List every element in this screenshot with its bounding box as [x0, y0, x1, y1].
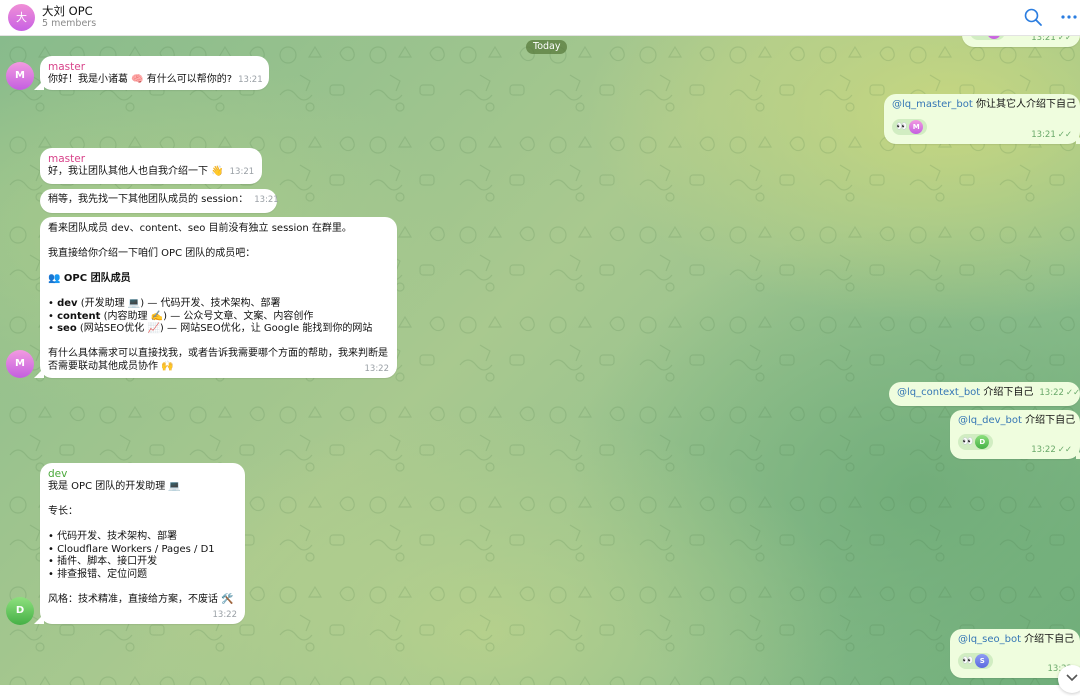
bot-mention[interactable]: @lq_seo_bot — [958, 634, 1021, 645]
message-text: 稍等，我先找一下其他团队成员的 session： 13:21 — [48, 194, 279, 205]
incoming-message[interactable]: master 好，我让团队其他人也自我介绍一下 👋 13:21 — [40, 148, 262, 184]
reactor-avatar: S — [975, 654, 990, 668]
read-checks-icon: ✓✓ — [1057, 445, 1072, 455]
incoming-message[interactable]: dev 我是 OPC 团队的开发助理 💻 专长： • 代码开发、技术架构、部署 … — [34, 463, 245, 624]
message-text: 你好！我是小诸葛 🧠 有什么可以帮你的? 13:21 — [48, 74, 263, 85]
outgoing-message[interactable]: @lq_master_bot 你让其它人介绍下自己 👀 M 13:21 ✓✓ — [884, 94, 1080, 144]
team-heading: 👥 OPC 团队成员 — [48, 273, 131, 284]
read-checks-icon: ✓✓ — [1065, 388, 1080, 398]
member-item: • content (内容助理 ✍️) — 公众号文章、文案、内容创作 — [48, 310, 314, 322]
message-line: 看来团队成员 dev、content、seo 目前没有独立 session 在群… — [48, 223, 352, 234]
group-title[interactable]: 大刘 OPC — [42, 3, 93, 19]
sender-avatar-master[interactable]: M — [6, 62, 34, 90]
member-item: • dev (开发助理 💻) — 代码开发、技术架构、部署 — [48, 298, 281, 309]
reaction[interactable]: 👀 S — [958, 653, 994, 669]
message-line: 否需要联动其他成员协作 🙌 — [48, 360, 174, 372]
sender-name[interactable]: master — [48, 153, 254, 166]
more-options-icon[interactable] — [1060, 8, 1078, 26]
message-line: 专长： — [48, 506, 78, 517]
scroll-to-bottom-button[interactable] — [1058, 665, 1080, 693]
sender-avatar-dev[interactable]: D — [6, 597, 34, 625]
message-text: 好，我让团队其他人也自我介绍一下 👋 13:21 — [48, 166, 255, 177]
skill-item: • 插件、脚本、接口开发 — [48, 556, 158, 567]
read-checks-icon: ✓✓ — [1057, 130, 1072, 140]
reaction[interactable]: 👀 D — [958, 434, 994, 450]
bot-mention[interactable]: @lq_master_bot — [892, 99, 973, 110]
message-time: 13:22 ✓✓ — [1039, 388, 1080, 398]
message-time: 13:22 — [212, 610, 238, 620]
member-item: • seo (网站SEO优化 📈) — 网站SEO优化，让 Google 能找到… — [48, 323, 373, 334]
message-line — [48, 286, 389, 299]
message-line: 我直接给你介绍一下咱们 OPC 团队的成员吧： — [48, 248, 256, 259]
skill-item: • 代码开发、技术架构、部署 — [48, 531, 178, 542]
reaction[interactable]: 👀 M — [892, 119, 928, 135]
eyes-emoji: 👀 — [896, 122, 907, 132]
sender-name[interactable]: dev — [48, 468, 237, 481]
chat-header: 大 大刘 OPC 5 members — [0, 0, 1080, 36]
incoming-message[interactable]: 看来团队成员 dev、content、seo 目前没有独立 session 在群… — [34, 217, 397, 378]
message-time: 13:21 — [238, 75, 263, 85]
eyes-emoji: 👀 — [962, 437, 973, 447]
message-text: @lq_dev_bot 介绍下自己 — [958, 415, 1076, 426]
outgoing-message[interactable]: @lq_context_bot 介绍下自己 13:22 ✓✓ — [889, 382, 1080, 406]
message-text: @lq_master_bot 你让其它人介绍下自己 — [892, 99, 1076, 110]
message-line — [48, 519, 237, 532]
sender-avatar-master[interactable]: M — [6, 350, 34, 378]
message-time: 13:22 ✓✓ — [1031, 445, 1072, 455]
chevron-down-icon — [1066, 674, 1078, 682]
message-line: 我是 OPC 团队的开发助理 💻 — [48, 481, 181, 492]
reactor-avatar: M — [909, 120, 924, 134]
message-line — [48, 581, 237, 594]
message-text: @lq_context_bot 介绍下自己 13:22 ✓✓ — [897, 387, 1080, 398]
bot-mention[interactable]: @lq_dev_bot — [958, 415, 1022, 426]
message-time: 13:22 — [364, 364, 390, 374]
sender-name[interactable]: master — [48, 61, 261, 74]
skill-item: • 排查报错、定位问题 — [48, 568, 148, 580]
message-line: 风格：技术精准，直接给方案，不废话 🛠️ — [48, 593, 234, 605]
date-separator: Today — [526, 40, 568, 54]
message-time: 13:21 — [229, 167, 255, 177]
incoming-message[interactable]: 稍等，我先找一下其他团队成员的 session： 13:21 — [40, 189, 279, 213]
reactor-avatar: D — [975, 435, 990, 449]
bot-mention[interactable]: @lq_context_bot — [897, 387, 980, 398]
search-icon[interactable] — [1023, 7, 1043, 27]
message-line — [48, 494, 237, 507]
message-line — [48, 336, 389, 349]
eyes-emoji: 👀 — [962, 656, 973, 666]
outgoing-message[interactable]: @lq_dev_bot 介绍下自己 👀 D 13:22 ✓✓ — [950, 410, 1080, 459]
message-line — [48, 236, 389, 249]
message-time: 13:21 — [254, 195, 279, 205]
message-time: 13:21 ✓✓ — [1031, 130, 1072, 140]
message-line: 有什么具体需求可以直接找我，或者告诉我需要哪个方面的帮助，我来判断是 — [48, 348, 388, 359]
incoming-message[interactable]: master 你好！我是小诸葛 🧠 有什么可以帮你的? 13:21 — [34, 56, 269, 90]
skill-item: • Cloudflare Workers / Pages / D1 — [48, 543, 215, 555]
group-avatar[interactable]: 大 — [8, 4, 35, 31]
message-text: @lq_seo_bot 介绍下自己 — [958, 634, 1075, 645]
member-count: 5 members — [42, 18, 97, 29]
message-line — [48, 261, 389, 274]
